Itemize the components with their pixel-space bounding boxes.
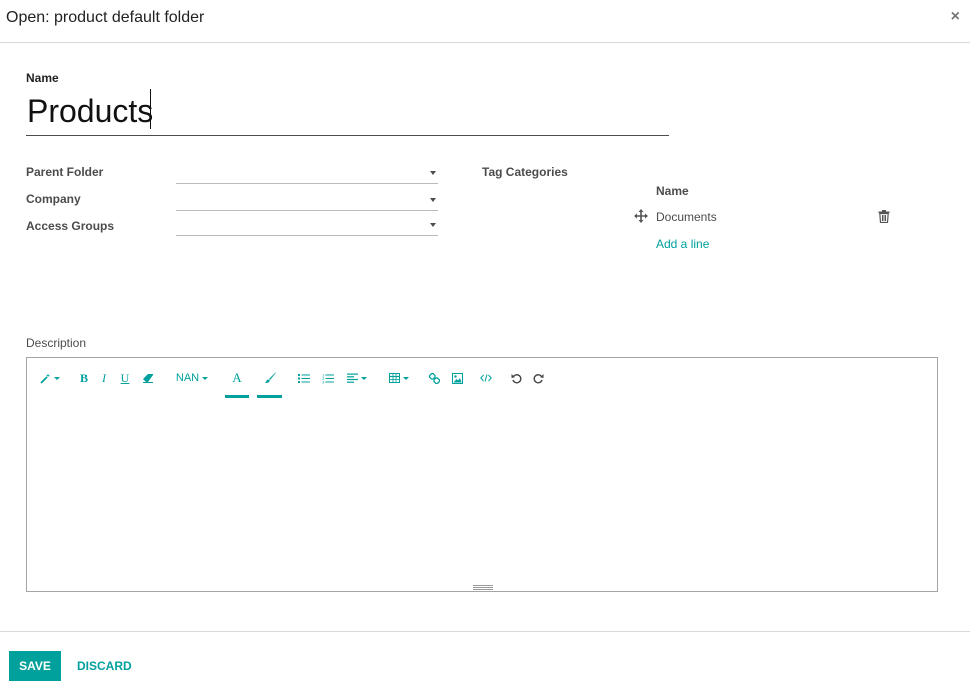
text-caret	[150, 89, 151, 129]
dialog-header: Open: product default folder ×	[0, 0, 970, 43]
magic-wand-icon	[40, 373, 50, 384]
chevron-down-icon	[402, 376, 409, 380]
image-button[interactable]	[450, 370, 464, 386]
tag-name-cell[interactable]: Documents	[656, 210, 717, 224]
image-icon	[451, 372, 463, 384]
chevron-down-icon	[202, 376, 209, 380]
undo-icon	[511, 373, 521, 383]
style-dropdown[interactable]	[38, 370, 62, 386]
undo-button[interactable]	[509, 370, 523, 386]
trash-icon[interactable]	[878, 210, 890, 223]
align-dropdown[interactable]	[344, 370, 370, 386]
dialog-footer: SAVE DISCARD	[0, 631, 970, 688]
bold-button[interactable]: B	[78, 370, 90, 386]
parent-folder-label: Parent Folder	[26, 165, 104, 179]
add-line-link[interactable]: Add a line	[656, 237, 709, 251]
svg-text:3: 3	[322, 379, 325, 384]
ordered-list-icon: 1 2 3	[322, 373, 334, 384]
dialog-title: Open: product default folder	[6, 9, 205, 26]
tag-column-header: Name	[656, 184, 689, 198]
parent-folder-select[interactable]	[176, 164, 438, 184]
background-color-indicator	[257, 395, 282, 398]
chevron-down-icon	[430, 223, 436, 227]
font-size-dropdown[interactable]: NAN	[172, 370, 212, 386]
description-label: Description	[26, 336, 87, 350]
tag-categories-label: Tag Categories	[482, 165, 568, 179]
discard-button[interactable]: DISCARD	[69, 651, 140, 681]
link-icon	[428, 372, 440, 384]
chevron-down-icon	[361, 376, 367, 380]
close-icon[interactable]: ×	[951, 8, 960, 26]
name-label: Name	[26, 71, 59, 85]
unordered-list-button[interactable]	[297, 370, 311, 386]
name-input[interactable]	[26, 88, 669, 136]
redo-icon	[533, 373, 543, 383]
editor-toolbar: B I U NAN A 1 2 3	[27, 358, 937, 398]
ordered-list-button[interactable]: 1 2 3	[321, 370, 335, 386]
code-view-button[interactable]	[478, 370, 494, 386]
paint-brush-icon	[264, 372, 276, 383]
access-groups-label: Access Groups	[26, 219, 115, 233]
code-view-icon	[480, 374, 492, 382]
chevron-down-icon	[430, 171, 436, 175]
company-label: Company	[26, 192, 81, 206]
drag-handle-icon[interactable]	[634, 209, 648, 223]
chevron-down-icon	[430, 198, 436, 202]
table-row[interactable]: Documents	[634, 206, 894, 228]
link-button[interactable]	[427, 370, 441, 386]
align-icon	[347, 373, 358, 383]
table-dropdown[interactable]	[386, 370, 411, 386]
company-select[interactable]	[176, 191, 438, 211]
table-icon	[388, 373, 400, 383]
editor-resize-handle[interactable]	[473, 585, 493, 590]
underline-button[interactable]: U	[119, 370, 131, 386]
unordered-list-icon	[298, 374, 310, 383]
eraser-button[interactable]	[141, 370, 155, 386]
eraser-icon	[143, 374, 153, 383]
font-color-indicator	[225, 395, 249, 398]
background-color-button[interactable]	[257, 370, 282, 386]
redo-button[interactable]	[531, 370, 545, 386]
access-groups-select[interactable]	[176, 216, 438, 236]
font-size-value: NAN	[175, 372, 200, 384]
chevron-down-icon	[54, 376, 60, 380]
font-color-button[interactable]: A	[225, 370, 249, 386]
save-button[interactable]: SAVE	[9, 651, 61, 681]
description-editor[interactable]: B I U NAN A 1 2 3	[26, 357, 938, 592]
italic-button[interactable]: I	[99, 370, 109, 386]
